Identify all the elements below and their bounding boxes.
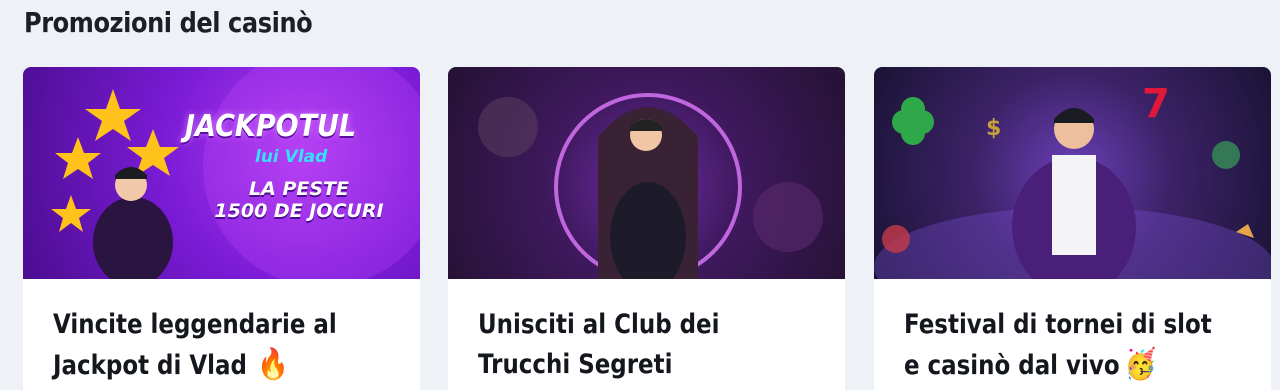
- promo-banner-image[interactable]: 7 $: [874, 67, 1271, 279]
- section-title: Promozioni del casinò: [24, 6, 313, 39]
- promo-card-secret-club[interactable]: Unisciti al Club dei Trucchi Segreti: [448, 67, 845, 390]
- star-icon: [85, 89, 141, 141]
- dollar-icon: $: [986, 116, 1001, 141]
- banner-subline: lui Vlad: [255, 147, 328, 167]
- promo-banner-image[interactable]: [448, 67, 845, 279]
- promo-title-line: Trucchi Segreti: [478, 349, 673, 380]
- promo-title[interactable]: Unisciti al Club dei Trucchi Segreti: [478, 305, 776, 385]
- promo-title-line: Jackpot di Vlad 🔥: [53, 347, 289, 382]
- banner-headline: JACKPOTUL: [185, 109, 357, 144]
- promotions-list: JACKPOTUL lui Vlad LA PESTE 1500 DE JOCU…: [23, 67, 1271, 390]
- star-icon: [55, 137, 101, 179]
- star-icon: [51, 195, 91, 232]
- clover-icon: [892, 97, 934, 145]
- promo-title-line: Unisciti al Club dei: [478, 309, 720, 340]
- banner-art: 7 $: [874, 81, 1271, 279]
- promo-banner-image[interactable]: JACKPOTUL lui Vlad LA PESTE 1500 DE JOCU…: [23, 67, 420, 279]
- promo-title-line: e casinò dal vivo 🥳: [904, 347, 1157, 382]
- promo-card-festival[interactable]: 7 $ Festival di tornei di slot e casinò …: [874, 67, 1271, 390]
- party-emoji-icon: 🥳: [1124, 347, 1157, 382]
- promo-card-jackpot[interactable]: JACKPOTUL lui Vlad LA PESTE 1500 DE JOCU…: [23, 67, 420, 390]
- fire-emoji-icon: 🔥: [257, 347, 289, 382]
- promo-title[interactable]: Festival di tornei di slot e casinò dal …: [904, 305, 1212, 386]
- promo-title-line: Festival di tornei di slot: [904, 309, 1212, 340]
- promo-title[interactable]: Vincite leggendarie al Jackpot di Vlad 🔥: [53, 305, 351, 386]
- presenter-figure: [93, 197, 173, 279]
- promo-title-line: Vincite leggendarie al: [53, 309, 337, 340]
- banner-text-1: LA PESTE: [249, 178, 349, 200]
- seven-icon: 7: [1142, 81, 1170, 127]
- watermelon-icon: [882, 225, 910, 253]
- banner-art: [448, 67, 845, 279]
- banner-art: [51, 67, 420, 279]
- banner-text-2: 1500 DE JOCURI: [214, 200, 384, 222]
